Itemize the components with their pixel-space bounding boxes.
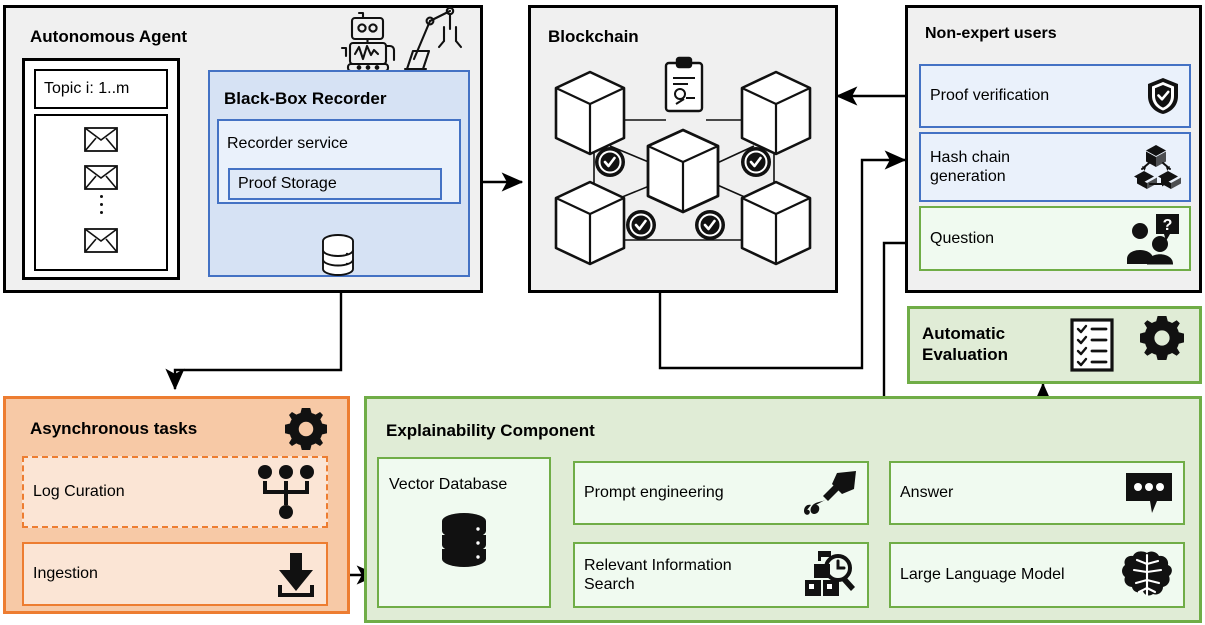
robot-arm-icon [403,6,463,71]
vertical-ellipsis-icon [96,195,106,219]
proof-verification-label: Proof verification [930,87,1050,105]
vector-database-box[interactable]: Vector Database [377,457,551,608]
robot-icon [340,11,396,73]
search-blocks-icon [804,550,867,600]
autonomous-agent-title: Autonomous Agent [30,27,188,46]
prompt-engineering-label: Prompt engineering [584,484,724,502]
proof-storage-box[interactable]: Proof Storage [228,168,442,200]
ingestion-box[interactable]: Ingestion [22,542,328,606]
log-curation-box[interactable]: Log Curation [22,456,328,528]
quill-pen-icon [802,469,867,517]
hash-chain-icon [1132,143,1189,191]
database-stack-icon [442,513,486,568]
relevant-information-search-box[interactable]: Relevant Information Search [573,542,869,608]
log-curation-label: Log Curation [33,483,125,501]
conn-agent-to-async [165,293,343,391]
users-question-icon: ? [1126,213,1189,265]
prompt-engineering-box[interactable]: Prompt engineering [573,461,869,525]
blockchain-network-icon [554,56,812,266]
gear-icon [1140,316,1184,360]
chat-bubble-icon [1124,471,1183,515]
topic-label: Topic i: 1..m [44,80,130,98]
hash-chain-generation-label: Hash chain generation [930,148,1011,185]
blockchain-title: Blockchain [548,27,639,46]
envelope-icon [84,228,118,253]
tree-nodes-icon [255,464,326,520]
topic-label-box: Topic i: 1..m [34,69,168,109]
checklist-icon [1070,318,1114,372]
large-language-model-box[interactable]: Large Language Model [889,542,1185,608]
vector-database-label: Vector Database [389,476,508,493]
recorder-service-label: Recorder service [227,135,348,152]
brain-icon [1120,550,1183,600]
download-icon [275,551,326,597]
answer-label: Answer [900,484,954,502]
proof-verification-box[interactable]: Proof verification [919,64,1191,128]
envelope-icon [84,165,118,190]
non-expert-users-title: Non-expert users [925,25,1057,42]
shield-check-icon [1146,76,1189,116]
black-box-recorder-title: Black-Box Recorder [224,89,387,108]
question-label: Question [930,229,995,247]
proof-storage-label: Proof Storage [238,175,337,193]
explainability-component-title: Explainability Component [386,421,595,440]
asynchronous-tasks-title: Asynchronous tasks [30,419,198,438]
envelope-icon [84,127,118,152]
ingestion-label: Ingestion [33,565,98,583]
hash-chain-generation-box[interactable]: Hash chain generation [919,132,1191,202]
relevant-information-search-label: Relevant Information Search [584,556,732,593]
gear-icon [285,408,327,450]
database-cylinder-icon [322,234,354,276]
question-box[interactable]: Question ? [919,206,1191,271]
answer-box[interactable]: Answer [889,461,1185,525]
automatic-evaluation-title: Automatic Evaluation [922,324,1008,365]
svg-text:?: ? [1163,217,1173,234]
large-language-model-label: Large Language Model [900,566,1065,584]
